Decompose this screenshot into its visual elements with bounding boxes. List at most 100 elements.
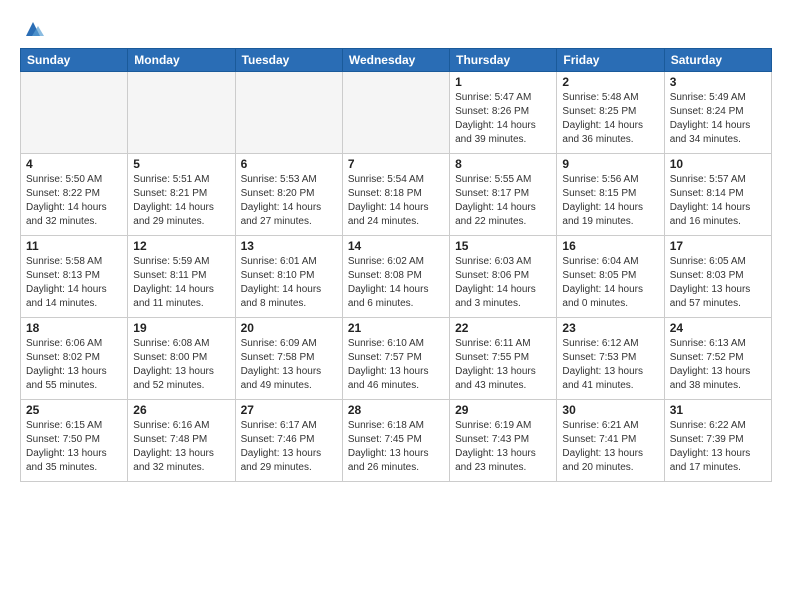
calendar-cell: 13 Sunrise: 6:01 AMSunset: 8:10 PMDayligh… <box>235 236 342 318</box>
calendar-cell: 12 Sunrise: 5:59 AMSunset: 8:11 PMDayligh… <box>128 236 235 318</box>
day-info: Sunrise: 6:15 AMSunset: 7:50 PMDaylight:… <box>26 419 122 475</box>
calendar-cell: 23Sunrise: 6:12 AMSunset: 7:53 PMDayligh… <box>557 318 664 400</box>
calendar-cell <box>342 72 449 154</box>
day-info: Sunrise: 5:57 AMSunset: 8:14 PMDaylight:… <box>670 173 766 229</box>
calendar-cell: 7 Sunrise: 5:54 AMSunset: 8:18 PMDaylight… <box>342 154 449 236</box>
day-info: Sunrise: 6:01 AMSunset: 8:10 PMDaylight:… <box>241 255 337 311</box>
day-number: 22 <box>455 321 551 335</box>
day-info: Sunrise: 6:16 AMSunset: 7:48 PMDaylight:… <box>133 419 229 475</box>
day-number: 1 <box>455 75 551 89</box>
calendar-cell: 14 Sunrise: 6:02 AMSunset: 8:08 PMDayligh… <box>342 236 449 318</box>
day-info: Sunrise: 5:55 AMSunset: 8:17 PMDaylight:… <box>455 173 551 229</box>
weekday-header-tuesday: Tuesday <box>235 49 342 72</box>
day-number: 15 <box>455 239 551 253</box>
day-info: Sunrise: 6:12 AMSunset: 7:53 PMDaylight:… <box>562 337 658 393</box>
calendar-cell: 8 Sunrise: 5:55 AMSunset: 8:17 PMDaylight… <box>450 154 557 236</box>
calendar-cell: 31Sunrise: 6:22 AMSunset: 7:39 PMDayligh… <box>664 400 771 482</box>
calendar-cell: 4Sunrise: 5:50 AMSunset: 8:22 PMDaylight… <box>21 154 128 236</box>
day-number: 4 <box>26 157 122 171</box>
day-number: 25 <box>26 403 122 417</box>
calendar-cell: 1 Sunrise: 5:47 AMSunset: 8:26 PMDaylight… <box>450 72 557 154</box>
day-info: Sunrise: 6:02 AMSunset: 8:08 PMDaylight:… <box>348 255 444 311</box>
calendar-cell: 21Sunrise: 6:10 AMSunset: 7:57 PMDayligh… <box>342 318 449 400</box>
day-info: Sunrise: 6:03 AMSunset: 8:06 PMDaylight:… <box>455 255 551 311</box>
weekday-header-thursday: Thursday <box>450 49 557 72</box>
calendar-cell: 28 Sunrise: 6:18 AMSunset: 7:45 PMDayligh… <box>342 400 449 482</box>
week-row-2: 4Sunrise: 5:50 AMSunset: 8:22 PMDaylight… <box>21 154 772 236</box>
calendar-cell: 27 Sunrise: 6:17 AMSunset: 7:46 PMDayligh… <box>235 400 342 482</box>
weekday-header-saturday: Saturday <box>664 49 771 72</box>
day-info: Sunrise: 5:47 AMSunset: 8:26 PMDaylight:… <box>455 91 551 147</box>
day-number: 8 <box>455 157 551 171</box>
day-info: Sunrise: 6:13 AMSunset: 7:52 PMDaylight:… <box>670 337 766 393</box>
calendar-cell: 20 Sunrise: 6:09 AMSunset: 7:58 PMDayligh… <box>235 318 342 400</box>
day-number: 5 <box>133 157 229 171</box>
day-number: 11 <box>26 239 122 253</box>
day-number: 12 <box>133 239 229 253</box>
day-info: Sunrise: 5:56 AMSunset: 8:15 PMDaylight:… <box>562 173 658 229</box>
calendar-cell: 15 Sunrise: 6:03 AMSunset: 8:06 PMDayligh… <box>450 236 557 318</box>
weekday-header-sunday: Sunday <box>21 49 128 72</box>
calendar-cell: 17Sunrise: 6:05 AMSunset: 8:03 PMDayligh… <box>664 236 771 318</box>
day-number: 20 <box>241 321 337 335</box>
calendar-cell: 30Sunrise: 6:21 AMSunset: 7:41 PMDayligh… <box>557 400 664 482</box>
logo-icon <box>22 18 44 40</box>
day-number: 3 <box>670 75 766 89</box>
calendar-cell <box>128 72 235 154</box>
calendar-cell: 16 Sunrise: 6:04 AMSunset: 8:05 PMDayligh… <box>557 236 664 318</box>
calendar-cell: 22 Sunrise: 6:11 AMSunset: 7:55 PMDayligh… <box>450 318 557 400</box>
calendar-cell: 10 Sunrise: 5:57 AMSunset: 8:14 PMDayligh… <box>664 154 771 236</box>
day-info: Sunrise: 6:17 AMSunset: 7:46 PMDaylight:… <box>241 419 337 475</box>
calendar-cell <box>21 72 128 154</box>
day-number: 10 <box>670 157 766 171</box>
day-info: Sunrise: 6:06 AMSunset: 8:02 PMDaylight:… <box>26 337 122 393</box>
day-info: Sunrise: 5:48 AMSunset: 8:25 PMDaylight:… <box>562 91 658 147</box>
day-number: 31 <box>670 403 766 417</box>
day-number: 27 <box>241 403 337 417</box>
calendar-cell: 25 Sunrise: 6:15 AMSunset: 7:50 PMDayligh… <box>21 400 128 482</box>
day-info: Sunrise: 5:58 AMSunset: 8:13 PMDaylight:… <box>26 255 122 311</box>
logo <box>20 18 44 40</box>
week-row-4: 18 Sunrise: 6:06 AMSunset: 8:02 PMDayligh… <box>21 318 772 400</box>
day-info: Sunrise: 6:04 AMSunset: 8:05 PMDaylight:… <box>562 255 658 311</box>
day-number: 26 <box>133 403 229 417</box>
calendar-cell: 5 Sunrise: 5:51 AMSunset: 8:21 PMDaylight… <box>128 154 235 236</box>
day-info: Sunrise: 5:49 AMSunset: 8:24 PMDaylight:… <box>670 91 766 147</box>
weekday-header-friday: Friday <box>557 49 664 72</box>
day-number: 2 <box>562 75 658 89</box>
day-number: 18 <box>26 321 122 335</box>
calendar-cell: 26 Sunrise: 6:16 AMSunset: 7:48 PMDayligh… <box>128 400 235 482</box>
day-info: Sunrise: 6:10 AMSunset: 7:57 PMDaylight:… <box>348 337 444 393</box>
day-info: Sunrise: 6:05 AMSunset: 8:03 PMDaylight:… <box>670 255 766 311</box>
day-info: Sunrise: 6:18 AMSunset: 7:45 PMDaylight:… <box>348 419 444 475</box>
day-info: Sunrise: 6:11 AMSunset: 7:55 PMDaylight:… <box>455 337 551 393</box>
calendar-cell: 24 Sunrise: 6:13 AMSunset: 7:52 PMDayligh… <box>664 318 771 400</box>
page-header <box>20 18 772 40</box>
day-number: 24 <box>670 321 766 335</box>
week-row-5: 25 Sunrise: 6:15 AMSunset: 7:50 PMDayligh… <box>21 400 772 482</box>
calendar-cell: 11 Sunrise: 5:58 AMSunset: 8:13 PMDayligh… <box>21 236 128 318</box>
calendar-cell: 6 Sunrise: 5:53 AMSunset: 8:20 PMDaylight… <box>235 154 342 236</box>
day-number: 6 <box>241 157 337 171</box>
day-number: 29 <box>455 403 551 417</box>
day-number: 13 <box>241 239 337 253</box>
day-number: 14 <box>348 239 444 253</box>
weekday-header-monday: Monday <box>128 49 235 72</box>
calendar-cell: 18 Sunrise: 6:06 AMSunset: 8:02 PMDayligh… <box>21 318 128 400</box>
day-info: Sunrise: 6:09 AMSunset: 7:58 PMDaylight:… <box>241 337 337 393</box>
weekday-header-row: SundayMondayTuesdayWednesdayThursdayFrid… <box>21 49 772 72</box>
week-row-3: 11 Sunrise: 5:58 AMSunset: 8:13 PMDayligh… <box>21 236 772 318</box>
calendar-cell: 2 Sunrise: 5:48 AMSunset: 8:25 PMDaylight… <box>557 72 664 154</box>
calendar-table: SundayMondayTuesdayWednesdayThursdayFrid… <box>20 48 772 482</box>
day-number: 16 <box>562 239 658 253</box>
day-number: 7 <box>348 157 444 171</box>
calendar-cell <box>235 72 342 154</box>
day-number: 19 <box>133 321 229 335</box>
day-number: 28 <box>348 403 444 417</box>
day-info: Sunrise: 5:54 AMSunset: 8:18 PMDaylight:… <box>348 173 444 229</box>
day-info: Sunrise: 6:19 AMSunset: 7:43 PMDaylight:… <box>455 419 551 475</box>
day-info: Sunrise: 5:59 AMSunset: 8:11 PMDaylight:… <box>133 255 229 311</box>
day-info: Sunrise: 5:51 AMSunset: 8:21 PMDaylight:… <box>133 173 229 229</box>
weekday-header-wednesday: Wednesday <box>342 49 449 72</box>
day-info: Sunrise: 5:53 AMSunset: 8:20 PMDaylight:… <box>241 173 337 229</box>
